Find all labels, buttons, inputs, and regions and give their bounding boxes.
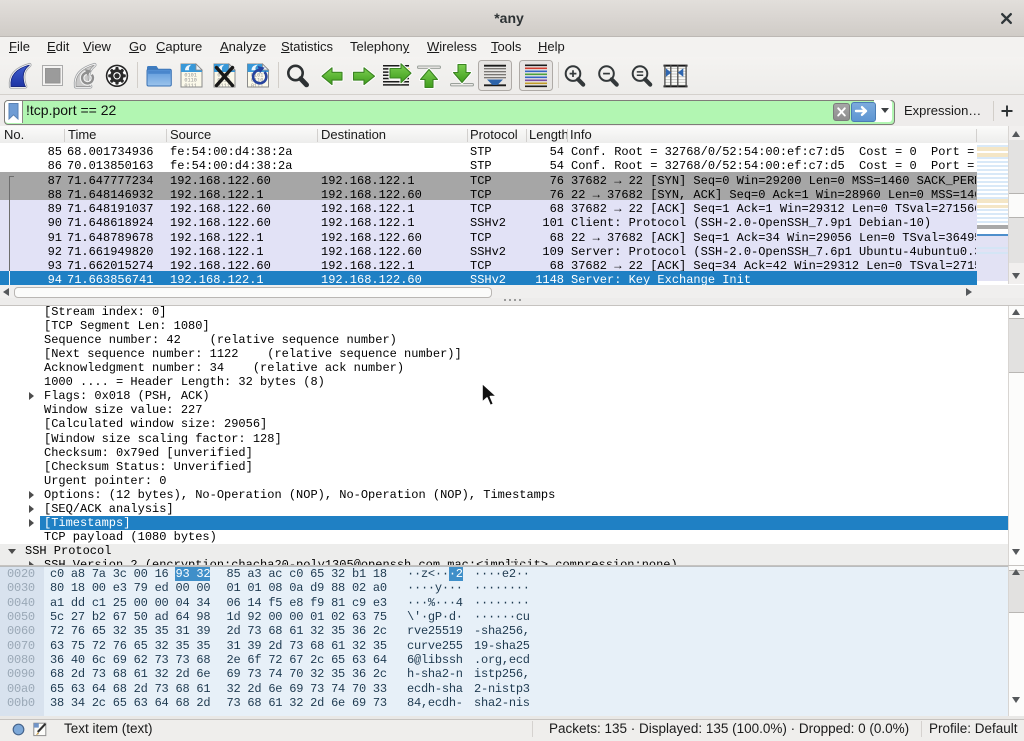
svg-text:0111: 0111 <box>184 83 196 89</box>
